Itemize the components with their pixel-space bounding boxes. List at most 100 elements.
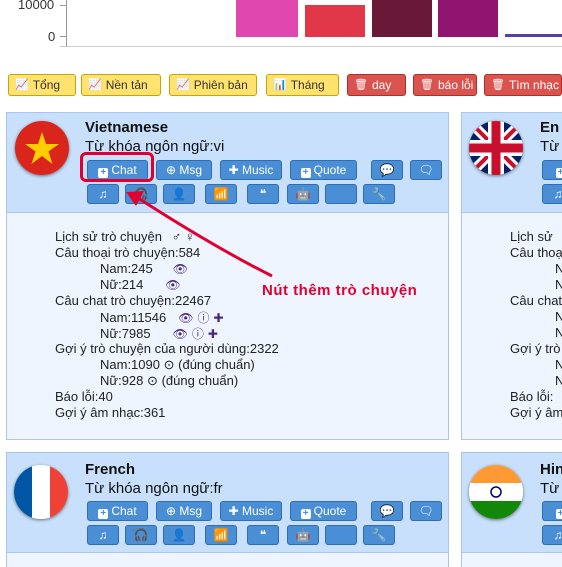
bar-chart-icon: 📊 — [273, 79, 287, 91]
trash-icon: 🗑 — [491, 79, 505, 91]
wrench-icon[interactable]: 🔧 — [363, 184, 395, 204]
quote-icon[interactable]: ❝ — [247, 525, 279, 545]
eye-slash-icon[interactable]: 👁 — [173, 327, 188, 341]
history-link[interactable]: Lịch sử — [510, 229, 553, 244]
language-keyword: Từ — [540, 138, 560, 155]
add-music-button[interactable]: ✚ Music — [220, 501, 282, 521]
apple-icon[interactable] — [325, 525, 357, 545]
button-label: Quote — [313, 163, 347, 177]
quote-icon[interactable]: ❝ — [247, 184, 279, 204]
wrench-icon[interactable]: 🔧 — [363, 525, 395, 545]
check-circle-icon: ⊙ — [147, 373, 158, 388]
info-icon[interactable]: ⓘ — [197, 309, 209, 326]
stat-label: Nữ:214 — [100, 277, 144, 292]
music-note-icon[interactable]: ♫ — [87, 525, 119, 545]
chats-male-stat: N — [555, 309, 562, 324]
add-msg-button[interactable]: ⊕ Msg — [156, 160, 212, 180]
button-label: Quote — [313, 504, 347, 518]
language-name: French — [85, 461, 136, 478]
chart-bar — [438, 0, 498, 37]
language-name: Hin — [540, 461, 562, 478]
language-card-vietnamese: Vietnamese Từ khóa ngôn ngữ:vi + Chat ⊕ M… — [6, 112, 449, 440]
music-note-icon[interactable]: ♫ — [87, 184, 119, 204]
wifi-icon[interactable]: 📶 — [205, 184, 237, 204]
chats-male-stat: Nam:11546 👁 ⓘ ✚ — [100, 309, 224, 326]
add-music-button[interactable]: ✚ Music — [220, 160, 282, 180]
eye-slash-icon[interactable]: 👁 — [165, 278, 180, 292]
delete-music-button[interactable]: 🗑 Tìm nhạc — [484, 74, 562, 96]
plus-icon: + — [300, 168, 311, 178]
apple-icon[interactable] — [325, 184, 357, 204]
dialogs-male-stat: Nam:245 👁 — [100, 261, 188, 276]
button-label: Nền tản — [105, 78, 148, 92]
add-quote-button[interactable]: + Quote — [290, 160, 357, 180]
chats-stat: Câu chat — [510, 293, 562, 308]
version-button[interactable]: 📈 Phiên bản — [169, 74, 257, 96]
suggest-male-stat: Nam:1090 ⊙ (đúng chuẩn) — [100, 357, 255, 373]
button-label: báo lỗi — [437, 78, 474, 92]
trash-icon: 🗑 — [420, 79, 434, 91]
chat-bubble-icon[interactable]: 🗨 — [410, 501, 442, 521]
eye-slash-icon[interactable]: 👁 — [178, 311, 193, 325]
android-icon[interactable]: 🤖 — [287, 525, 319, 545]
plus-icon[interactable]: ✚ — [214, 311, 224, 325]
suggest-male-stat: N — [555, 357, 562, 372]
button-label: Tổng — [32, 78, 61, 92]
stat-label: Nam:11546 — [100, 310, 167, 325]
y-axis — [66, 0, 67, 46]
chat-bubble-icon[interactable]: 🗨 — [410, 160, 442, 180]
stat-label: Nam:1090 — [100, 357, 160, 372]
delete-day-button[interactable]: 🗑 day — [347, 74, 406, 96]
history-link[interactable]: Lịch sử trò chuyện ♂ ♀ — [55, 229, 195, 244]
line-chart-icon: 📈 — [88, 79, 102, 91]
comment-icon[interactable]: 💬 — [371, 160, 403, 180]
dialogs-female-stat: Nữ:214 👁 — [100, 277, 181, 292]
chart-bar — [305, 5, 365, 37]
user-icon[interactable]: 👤 — [163, 184, 195, 204]
button-label: Tìm nhạc — [508, 78, 559, 92]
delete-bug-button[interactable]: 🗑 báo lỗi — [413, 74, 477, 96]
add-quote-button[interactable]: + Quote — [290, 501, 357, 521]
add-msg-button[interactable]: ⊕ Msg — [156, 501, 212, 521]
total-button[interactable]: 📈 Tổng — [8, 74, 76, 96]
month-button[interactable]: 📊 Tháng — [266, 74, 339, 96]
button-label: Chat — [111, 504, 137, 518]
uk-flag-icon — [469, 121, 523, 175]
platform-button[interactable]: 📈 Nền tản — [81, 74, 161, 96]
language-keyword: Từ khóa ngôn ngữ:fr — [85, 480, 223, 497]
chats-female-stat: N — [555, 325, 562, 340]
vietnam-flag-icon — [15, 121, 69, 175]
comment-icon[interactable]: 💬 — [371, 501, 403, 521]
user-icon[interactable]: 👤 — [163, 525, 195, 545]
button-label: Music — [242, 504, 274, 518]
page-root: 10000 0 📈 Tổng 📈 Nền tản 📈 Phiên bản 📊 Tháng… — [0, 0, 562, 567]
music-note-icon[interactable]: ♫ — [542, 184, 562, 204]
stat-note: (đúng chuẩn) — [161, 373, 239, 388]
eye-slash-icon[interactable]: 👁 — [173, 262, 188, 276]
stat-label: Lịch sử trò chuyện — [55, 229, 162, 244]
stat-label: Nữ:928 — [100, 373, 144, 388]
language-card-english: En Từ + ♫ Lịch sử Câu thoạ N N Câu chat … — [461, 112, 562, 440]
music-note-icon[interactable]: ♫ — [542, 525, 562, 545]
language-keyword: Từ — [540, 480, 560, 497]
headphones-icon[interactable]: 🎧 — [125, 525, 157, 545]
line-chart-icon: 📈 — [176, 79, 190, 91]
add-chat-button[interactable]: + — [542, 501, 562, 521]
bugs-stat: Báo lỗi: — [510, 389, 554, 404]
language-name: En — [540, 119, 560, 136]
dialogs-female-stat: N — [555, 277, 562, 292]
chart-bar — [505, 34, 562, 37]
plus-icon[interactable]: ✚ — [208, 327, 218, 341]
language-name: Vietnamese — [85, 119, 169, 136]
plus-icon: + — [555, 509, 562, 519]
headphones-icon[interactable]: 🎧 — [125, 184, 157, 204]
android-icon[interactable]: 🤖 — [287, 184, 319, 204]
wifi-icon[interactable]: 📶 — [205, 525, 237, 545]
info-icon[interactable]: ⓘ — [192, 325, 204, 342]
button-label: Phiên bản — [193, 78, 248, 92]
add-chat-button[interactable]: + — [542, 160, 562, 180]
plus-icon: + — [98, 509, 109, 519]
chart-toolbar: 📈 Tổng 📈 Nền tản 📈 Phiên bản 📊 Tháng 🗑 day 🗑 b… — [0, 74, 562, 98]
language-card-french: French Từ khóa ngôn ngữ:fr + Chat ⊕ Msg ✚… — [6, 452, 449, 567]
add-chat-button[interactable]: + Chat — [87, 501, 148, 521]
